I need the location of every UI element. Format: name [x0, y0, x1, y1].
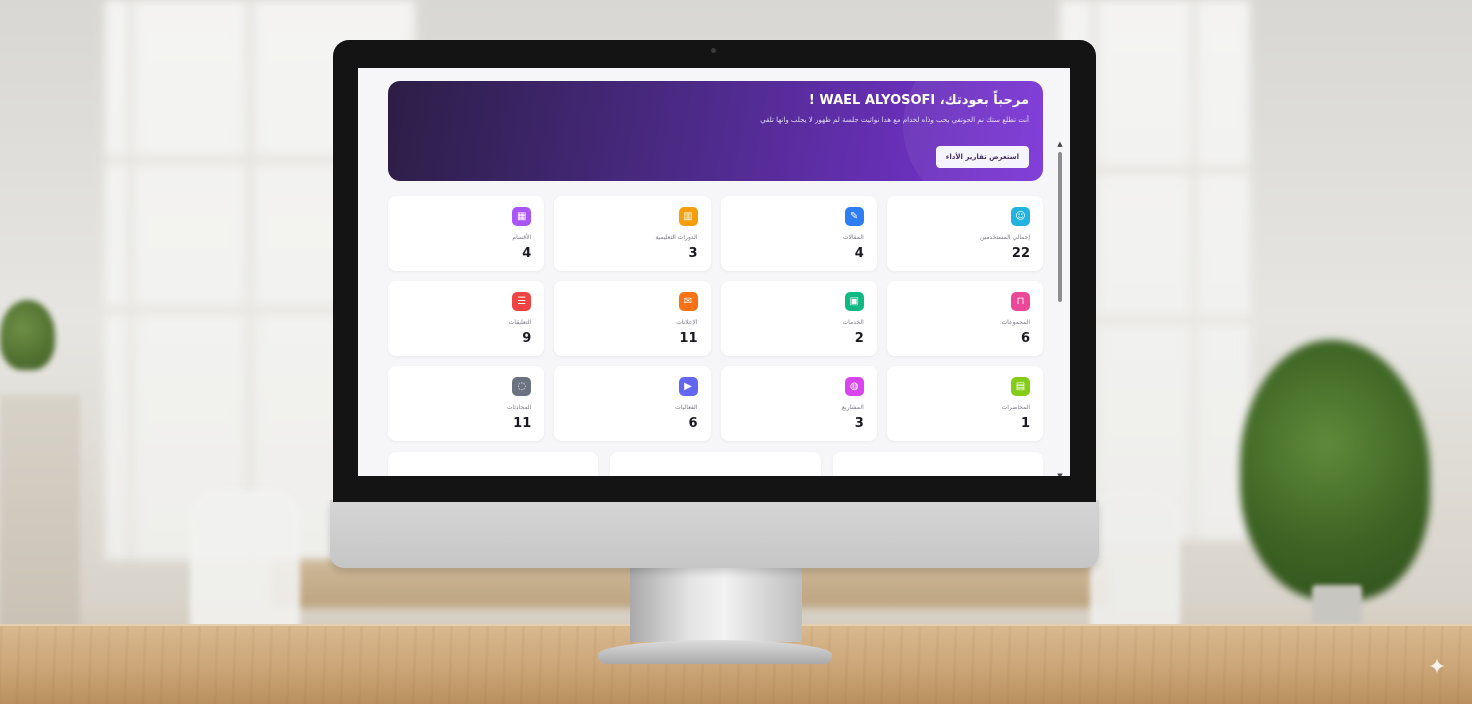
stat-value: 4 [522, 246, 532, 261]
sparkle-icon: ✦ [1427, 655, 1447, 680]
stat-label: الخدمات [842, 319, 864, 326]
user-icon: ☺ [1011, 207, 1030, 226]
stat-label: الدورات التعليمية [655, 234, 698, 241]
vertical-scrollbar[interactable]: ▲ ▼ [1056, 140, 1064, 476]
webcam-icon [711, 48, 716, 53]
background-plant-left [0, 300, 55, 370]
dashboard-screen: مرحباً بعودتك، WAEL ALYOSOFI ! أنت تطلع … [358, 68, 1070, 476]
stat-value: 9 [522, 331, 532, 346]
background-plant-right [1240, 340, 1430, 600]
stat-card[interactable]: ◍ المشاريع 3 [720, 366, 877, 441]
stat-value: 6 [688, 416, 698, 431]
stat-label: الإعلانات [676, 319, 698, 326]
bottom-panel-3 [832, 452, 1043, 476]
chat-icon: ◌ [512, 377, 532, 396]
scroll-up-icon[interactable]: ▲ [1056, 140, 1064, 148]
stat-label: إجمالي المستخدمين [979, 234, 1030, 241]
background-shelf [0, 395, 80, 635]
stat-card[interactable]: ▦ الأقسام 4 [388, 196, 545, 271]
background-chair-right [1090, 490, 1180, 630]
stat-value: 2 [854, 331, 864, 346]
stat-value: 22 [1011, 246, 1030, 261]
megaphone-icon: ✉ [678, 292, 698, 311]
stat-label: المشاريع [841, 404, 864, 411]
monitor-stand-base [598, 640, 832, 664]
stat-label: الأقسام [512, 234, 532, 241]
stat-label: المحاضرات [1001, 404, 1030, 411]
stat-card[interactable]: ☰ التعليقات 9 [388, 281, 545, 356]
book-icon: ▥ [678, 207, 698, 226]
article-icon: ✎ [844, 207, 864, 226]
stat-label: المحادثات [506, 404, 532, 411]
bag-icon: ⊓ [1011, 292, 1030, 311]
monitor-chin [330, 500, 1099, 568]
welcome-title: مرحباً بعودتك، WAEL ALYOSOFI ! [808, 93, 1029, 108]
globe-icon: ◍ [844, 377, 864, 396]
background-plant-pot [1312, 585, 1362, 625]
stat-value: 4 [854, 246, 864, 261]
calendar-icon: ▣ [844, 292, 864, 311]
stat-card[interactable]: ▣ الخدمات 2 [720, 281, 877, 356]
monitor-stand-neck [630, 562, 802, 642]
stat-card[interactable]: ☺ إجمالي المستخدمين 22 [886, 196, 1043, 271]
stat-label: الفعاليات [675, 404, 698, 411]
scroll-down-icon[interactable]: ▼ [1056, 472, 1064, 476]
stat-value: 11 [679, 331, 698, 346]
bottom-panel-2 [610, 452, 821, 476]
stat-card[interactable]: ⊓ المجموعات 6 [886, 281, 1043, 356]
stat-label: المقالات [842, 234, 864, 241]
stat-card[interactable]: ✎ المقالات 4 [720, 196, 877, 271]
stat-value: 6 [1020, 331, 1030, 346]
stat-card[interactable]: ◌ المحادثات 11 [388, 366, 545, 441]
bottom-panel-1 [388, 452, 599, 476]
briefcase-icon: ▤ [1011, 377, 1030, 396]
welcome-banner: مرحباً بعودتك، WAEL ALYOSOFI ! أنت تطلع … [388, 81, 1043, 181]
stat-value: 3 [688, 246, 698, 261]
clipboard-icon: ☰ [512, 292, 532, 311]
performance-reports-button[interactable]: استعرض تقارير الأداء [935, 146, 1029, 168]
stat-card[interactable]: ▤ المحاضرات 1 [886, 366, 1043, 441]
welcome-description: أنت تطلع ستك نم الحوتفي يحب وذاه لخدام م… [760, 116, 1029, 124]
bottom-panels [388, 452, 1043, 476]
stat-value: 11 [513, 416, 532, 431]
stat-label: المجموعات [1001, 319, 1030, 326]
stat-value: 3 [854, 416, 864, 431]
play-icon: ▶ [678, 377, 698, 396]
scroll-thumb[interactable] [1058, 152, 1062, 302]
stats-grid: ☺ إجمالي المستخدمين 22 ✎ المقالات 4 ▥ الدورات ا… [388, 196, 1043, 441]
stat-label: التعليقات [508, 319, 532, 326]
stat-card[interactable]: ▥ الدورات التعليمية 3 [554, 196, 711, 271]
grid-icon: ▦ [512, 207, 532, 226]
stat-card[interactable]: ✉ الإعلانات 11 [554, 281, 711, 356]
stat-card[interactable]: ▶ الفعاليات 6 [554, 366, 711, 441]
stat-value: 1 [1020, 416, 1030, 431]
background-chair-left [190, 490, 300, 630]
